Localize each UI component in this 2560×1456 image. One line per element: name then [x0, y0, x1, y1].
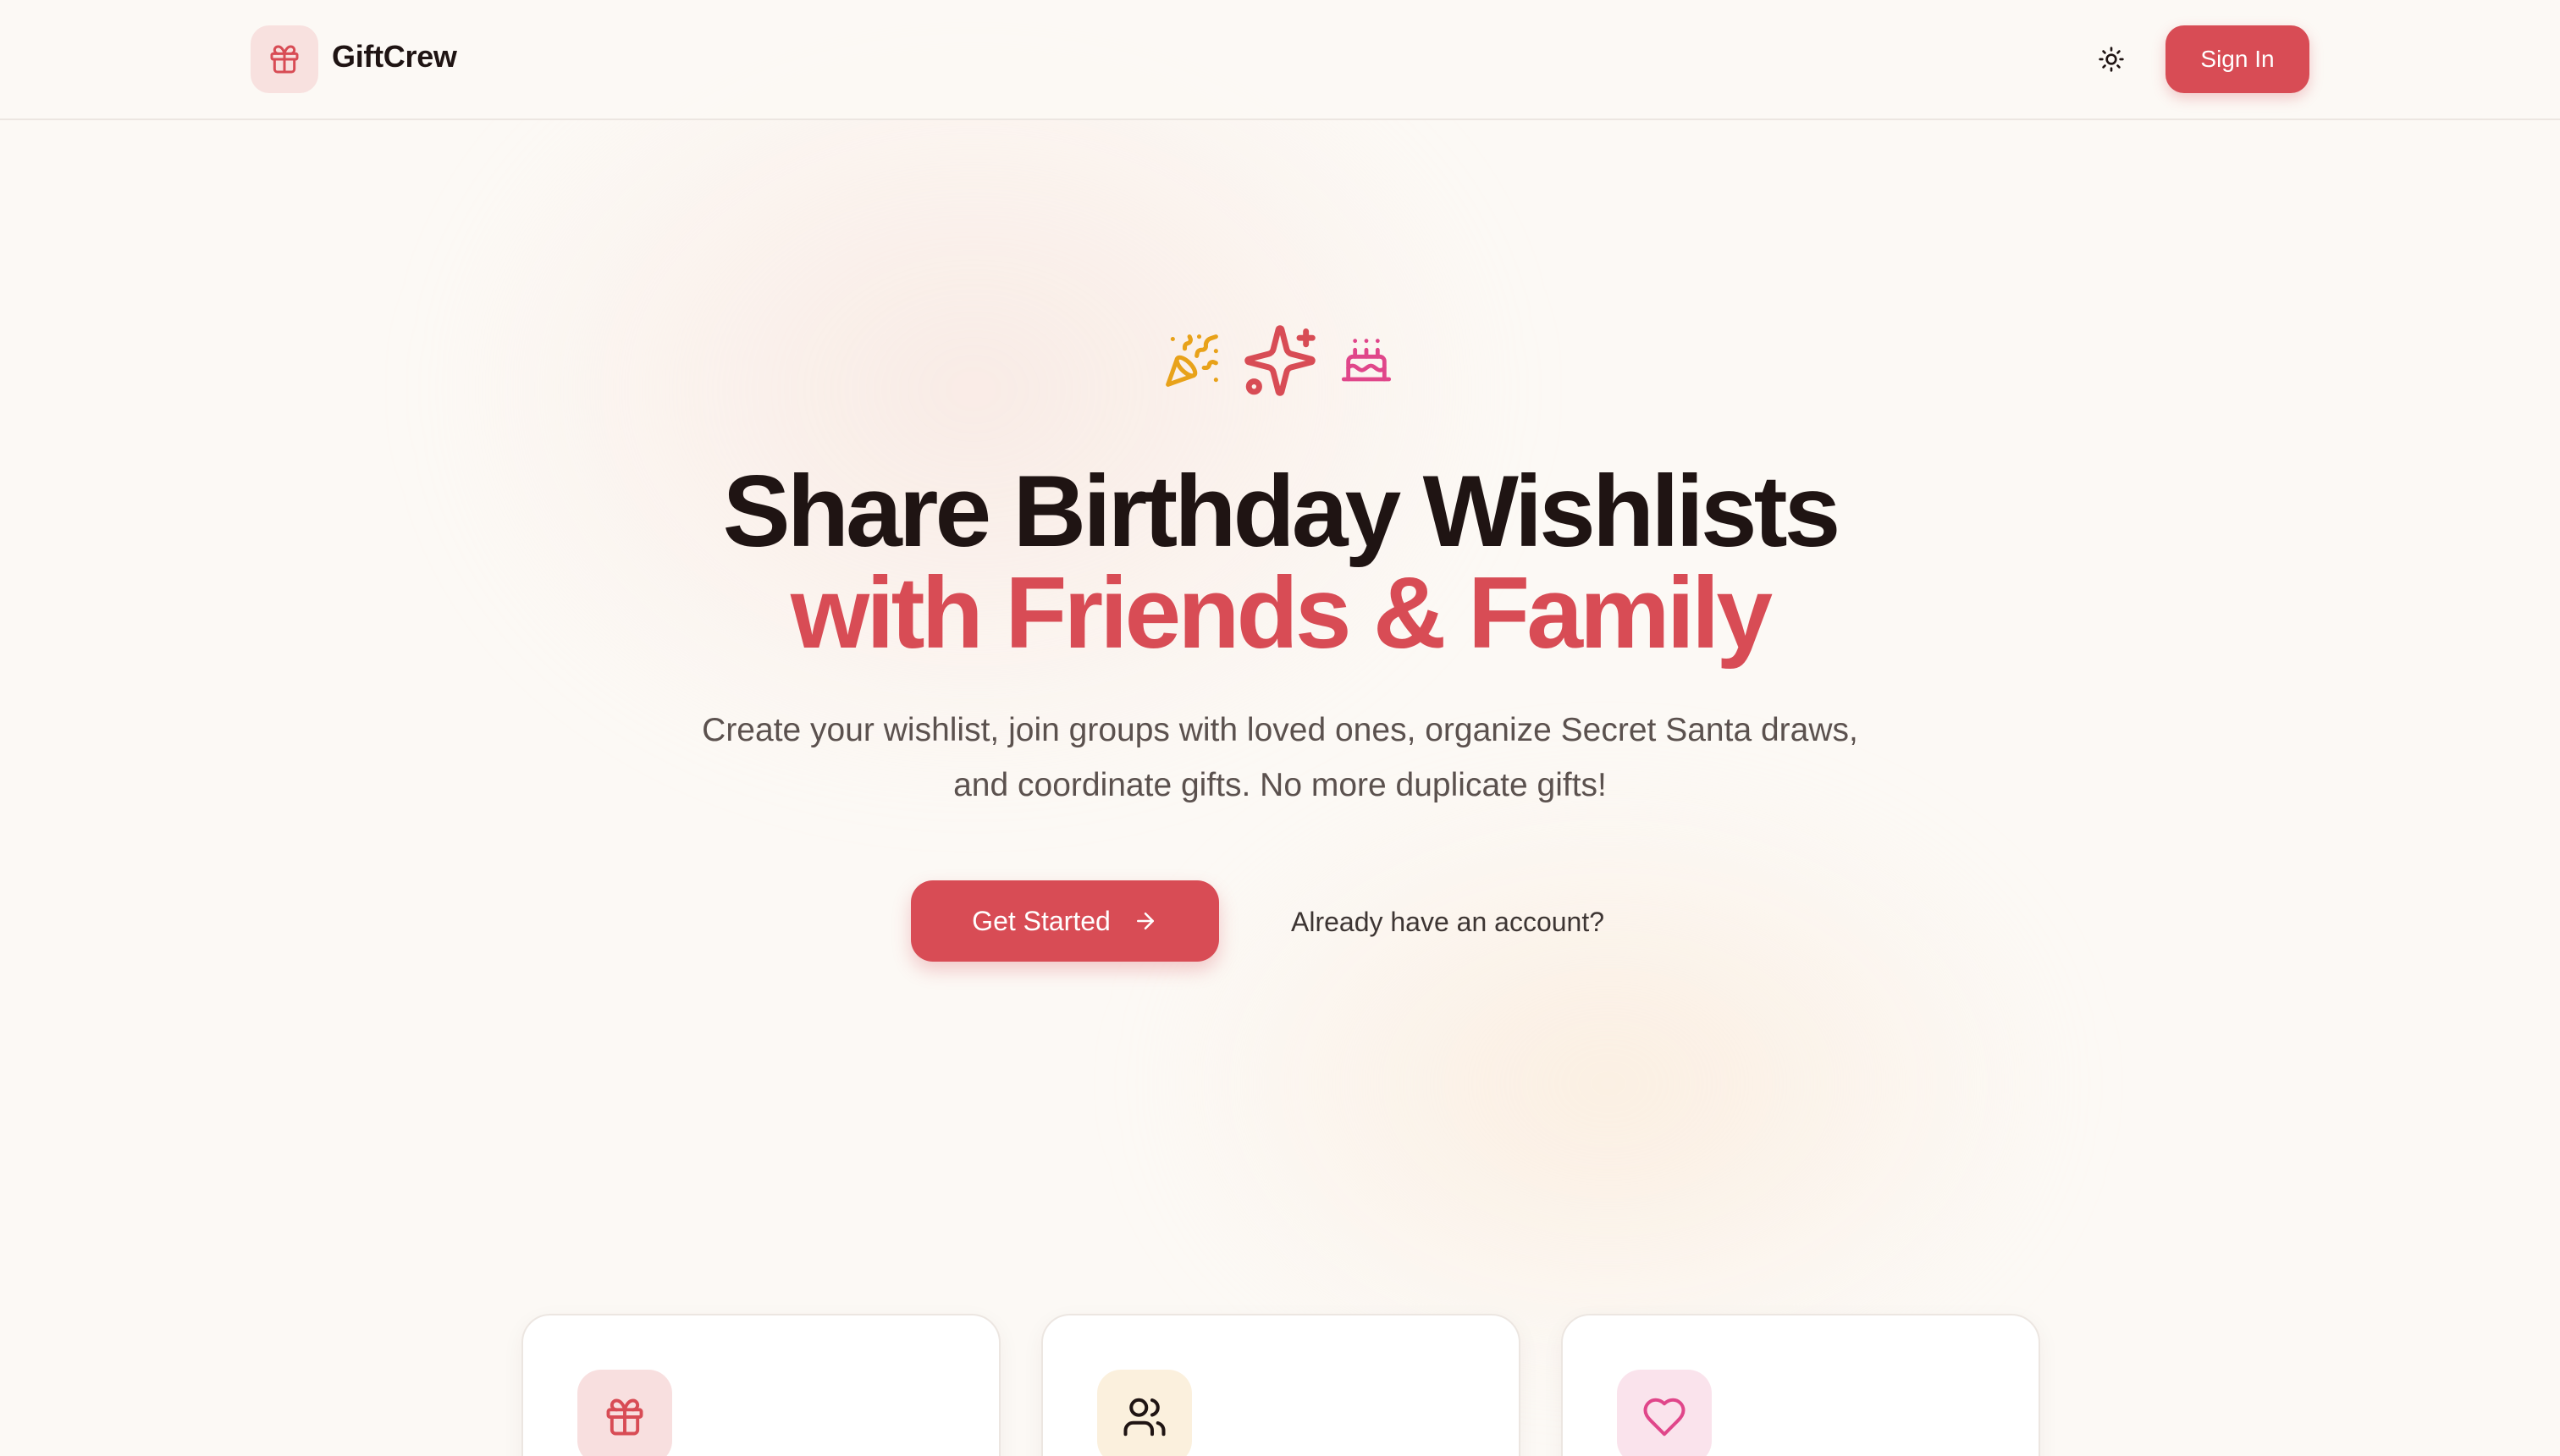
feature-card-wishlist	[521, 1314, 1001, 1456]
theme-toggle-button[interactable]	[2091, 39, 2132, 80]
get-started-button[interactable]: Get Started	[911, 880, 1219, 962]
hero-subtitle: Create your wishlist, join groups with l…	[702, 712, 1858, 803]
logo[interactable]	[251, 25, 318, 93]
top-nav: GiftCrew Sign In	[0, 0, 2560, 120]
feature-card-love	[1561, 1314, 2040, 1456]
party-popper-icon	[1166, 334, 1218, 387]
sparkles-icon	[1244, 325, 1316, 396]
feature-icon-tile	[1617, 1370, 1712, 1456]
hero-title-accent: with Friends & Family	[790, 556, 1773, 670]
hero-title: Share Birthday Wishlists	[722, 455, 1841, 568]
gift-icon	[270, 45, 299, 74]
background-blob	[1185, 796, 2032, 1371]
users-icon	[1123, 1398, 1166, 1437]
already-have-account-link[interactable]: Already have an account?	[1270, 901, 1625, 943]
feature-icon-tile	[577, 1370, 672, 1456]
hero-icon-row	[1160, 322, 1397, 432]
arrow-right-icon	[1136, 913, 1154, 929]
get-started-label: Get Started	[972, 905, 1111, 936]
brand-name[interactable]: GiftCrew	[332, 39, 457, 74]
gift-icon	[606, 1398, 643, 1436]
heart-icon	[1643, 1398, 1686, 1437]
landing-page: GiftCrew Sign In Share Birthday Wishlist…	[0, 0, 2560, 1456]
sign-in-button[interactable]: Sign In	[2166, 25, 2309, 93]
sun-icon	[2099, 47, 2124, 72]
cake-icon	[1341, 339, 1392, 382]
feature-icon-tile	[1097, 1370, 1192, 1456]
feature-card-groups	[1041, 1314, 1520, 1456]
